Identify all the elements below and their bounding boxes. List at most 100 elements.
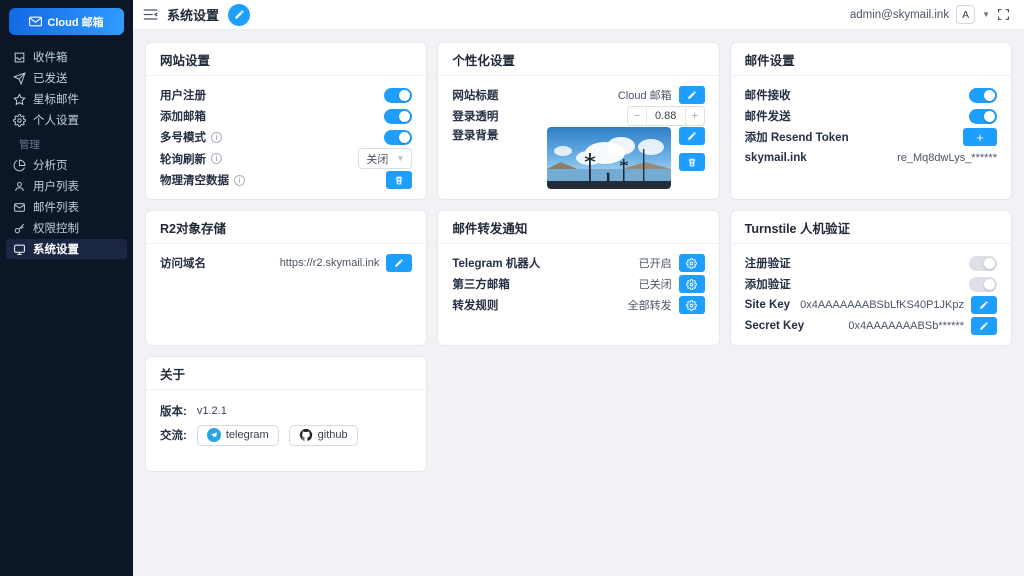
delete-background-button[interactable] — [679, 153, 705, 171]
edit-access-domain-button[interactable] — [386, 254, 412, 272]
user-register-toggle[interactable] — [384, 88, 412, 103]
pie-chart-icon — [13, 159, 26, 172]
sidebar-item-personal-settings[interactable]: 个人设置 — [6, 110, 127, 130]
sidebar-item-label: 已发送 — [33, 70, 68, 86]
telegram-icon — [207, 428, 221, 442]
sidebar-section-manage: 管理 — [6, 131, 127, 155]
row-secret-key: Secret Key 0x4AAAAAAABSb****** — [745, 316, 997, 336]
sidebar-item-label: 邮件列表 — [33, 199, 79, 215]
card-title: 关于 — [146, 357, 426, 390]
sidebar: Cloud 邮箱 收件箱 已发送 星标邮件 个人设置 管理 分析 — [0, 0, 133, 576]
edit-secret-key-button[interactable] — [971, 317, 997, 335]
edit-site-key-button[interactable] — [971, 296, 997, 314]
card-forward-notify: 邮件转发通知 Telegram 机器人 已开启 第三方邮箱 已关闭 — [437, 210, 719, 346]
row-access-domain: 访问域名 https://r2.skymail.ink — [160, 253, 412, 273]
app-logo-label: Cloud 邮箱 — [47, 14, 103, 30]
row-login-opacity: 登录透明 − 0.88 + — [452, 106, 704, 126]
add-mailbox-toggle[interactable] — [384, 109, 412, 124]
mail-send-toggle[interactable] — [969, 109, 997, 124]
card-site-settings: 网站设置 用户注册 添加邮箱 多号模式i 轮询刷新i 关闭▼ 物理清空数据i — [145, 42, 427, 200]
card-personalization: 个性化设置 网站标题 Cloud 邮箱 登录透明 − 0.88 + — [437, 42, 719, 200]
sidebar-nav: 收件箱 已发送 星标邮件 个人设置 管理 分析页 用户列表 — [0, 45, 133, 262]
forward-rule-status: 全部转发 — [628, 297, 672, 313]
info-icon[interactable]: i — [234, 175, 245, 186]
opacity-value[interactable]: 0.88 — [646, 107, 686, 125]
third-party-mail-settings-button[interactable] — [679, 275, 705, 293]
sidebar-item-label: 个人设置 — [33, 112, 79, 128]
purge-data-button[interactable] — [386, 171, 412, 189]
row-poll-refresh: 轮询刷新i 关闭▼ — [160, 148, 412, 169]
monitor-icon — [13, 243, 26, 256]
mail-receive-toggle[interactable] — [969, 88, 997, 103]
sidebar-item-label: 用户列表 — [33, 178, 79, 194]
row-add-resend-token: 添加 Resend Token + — [745, 127, 997, 147]
telegram-link-button[interactable]: telegram — [197, 425, 279, 446]
add-resend-token-button[interactable]: + — [963, 128, 997, 146]
telegram-bot-settings-button[interactable] — [679, 254, 705, 272]
card-title: 网站设置 — [146, 43, 426, 76]
poll-refresh-select[interactable]: 关闭▼ — [358, 148, 412, 169]
sidebar-item-label: 分析页 — [33, 157, 68, 173]
row-telegram-bot: Telegram 机器人 已开启 — [452, 253, 704, 273]
language-selector[interactable]: A — [956, 5, 975, 24]
info-icon[interactable]: i — [211, 132, 222, 143]
sidebar-item-mail-list[interactable]: 邮件列表 — [6, 197, 127, 217]
add-verify-toggle[interactable] — [969, 277, 997, 292]
site-title-value: Cloud 邮箱 — [618, 87, 672, 103]
sidebar-item-users[interactable]: 用户列表 — [6, 176, 127, 196]
multi-account-toggle[interactable] — [384, 130, 412, 145]
github-link-button[interactable]: github — [289, 425, 358, 446]
secret-key-value: 0x4AAAAAAABSb****** — [848, 320, 964, 332]
row-resend-token: skymail.ink re_Mq8dwLys_****** — [745, 148, 997, 168]
chevron-down-icon: ▼ — [396, 154, 404, 163]
edit-title-button[interactable] — [228, 4, 250, 26]
row-register-verify: 注册验证 — [745, 253, 997, 273]
edit-background-button[interactable] — [679, 127, 705, 145]
row-mail-send: 邮件发送 — [745, 106, 997, 126]
mail-logo-icon — [29, 16, 42, 27]
access-domain-value: https://r2.skymail.ink — [280, 257, 380, 269]
sidebar-item-analytics[interactable]: 分析页 — [6, 155, 127, 175]
version-value: v1.2.1 — [197, 405, 227, 417]
row-mail-receive: 邮件接收 — [745, 85, 997, 105]
opacity-decrease-button[interactable]: − — [628, 107, 646, 125]
row-third-party-mail: 第三方邮箱 已关闭 — [452, 274, 704, 294]
register-verify-toggle[interactable] — [969, 256, 997, 271]
sidebar-item-system-settings[interactable]: 系统设置 — [6, 239, 127, 259]
opacity-increase-button[interactable]: + — [686, 107, 704, 125]
row-add-verify: 添加验证 — [745, 274, 997, 294]
row-purge-data: 物理清空数据i — [160, 170, 412, 190]
info-icon[interactable]: i — [211, 153, 222, 164]
row-login-background: 登录背景 — [452, 127, 704, 189]
telegram-bot-status: 已开启 — [639, 255, 672, 271]
card-about: 关于 版本: v1.2.1 交流: telegram github — [145, 356, 427, 472]
card-title: 邮件设置 — [731, 43, 1011, 76]
collapse-sidebar-icon[interactable] — [143, 8, 158, 21]
row-site-key: Site Key 0x4AAAAAAABSbLfKS40P1JKpz — [745, 295, 997, 315]
row-multi-account: 多号模式i — [160, 127, 412, 147]
sidebar-item-starred[interactable]: 星标邮件 — [6, 89, 127, 109]
github-icon — [299, 428, 313, 442]
chevron-down-icon[interactable]: ▼ — [982, 10, 990, 19]
third-party-mail-status: 已关闭 — [639, 276, 672, 292]
sidebar-item-sent[interactable]: 已发送 — [6, 68, 127, 88]
app-logo-button[interactable]: Cloud 邮箱 — [9, 8, 124, 35]
mail-list-icon — [13, 201, 26, 214]
fullscreen-icon[interactable] — [997, 8, 1010, 21]
row-add-mailbox: 添加邮箱 — [160, 106, 412, 126]
sidebar-item-inbox[interactable]: 收件箱 — [6, 47, 127, 67]
card-turnstile: Turnstile 人机验证 注册验证 添加验证 Site Key 0x4AAA… — [730, 210, 1012, 346]
edit-site-title-button[interactable] — [679, 86, 705, 104]
forward-rule-settings-button[interactable] — [679, 296, 705, 314]
gear-icon — [13, 114, 26, 127]
card-r2-storage: R2对象存储 访问域名 https://r2.skymail.ink — [145, 210, 427, 346]
sidebar-item-label: 收件箱 — [33, 49, 68, 65]
card-mail-settings: 邮件设置 邮件接收 邮件发送 添加 Resend Token + skymail… — [730, 42, 1012, 200]
sidebar-item-label: 星标邮件 — [33, 91, 79, 107]
sidebar-item-permissions[interactable]: 权限控制 — [6, 218, 127, 238]
card-title: R2对象存储 — [146, 211, 426, 244]
site-key-value: 0x4AAAAAAABSbLfKS40P1JKpz — [800, 299, 964, 311]
row-forward-rule: 转发规则 全部转发 — [452, 295, 704, 315]
row-user-register: 用户注册 — [160, 85, 412, 105]
account-email: admin@skymail.ink — [850, 9, 949, 21]
